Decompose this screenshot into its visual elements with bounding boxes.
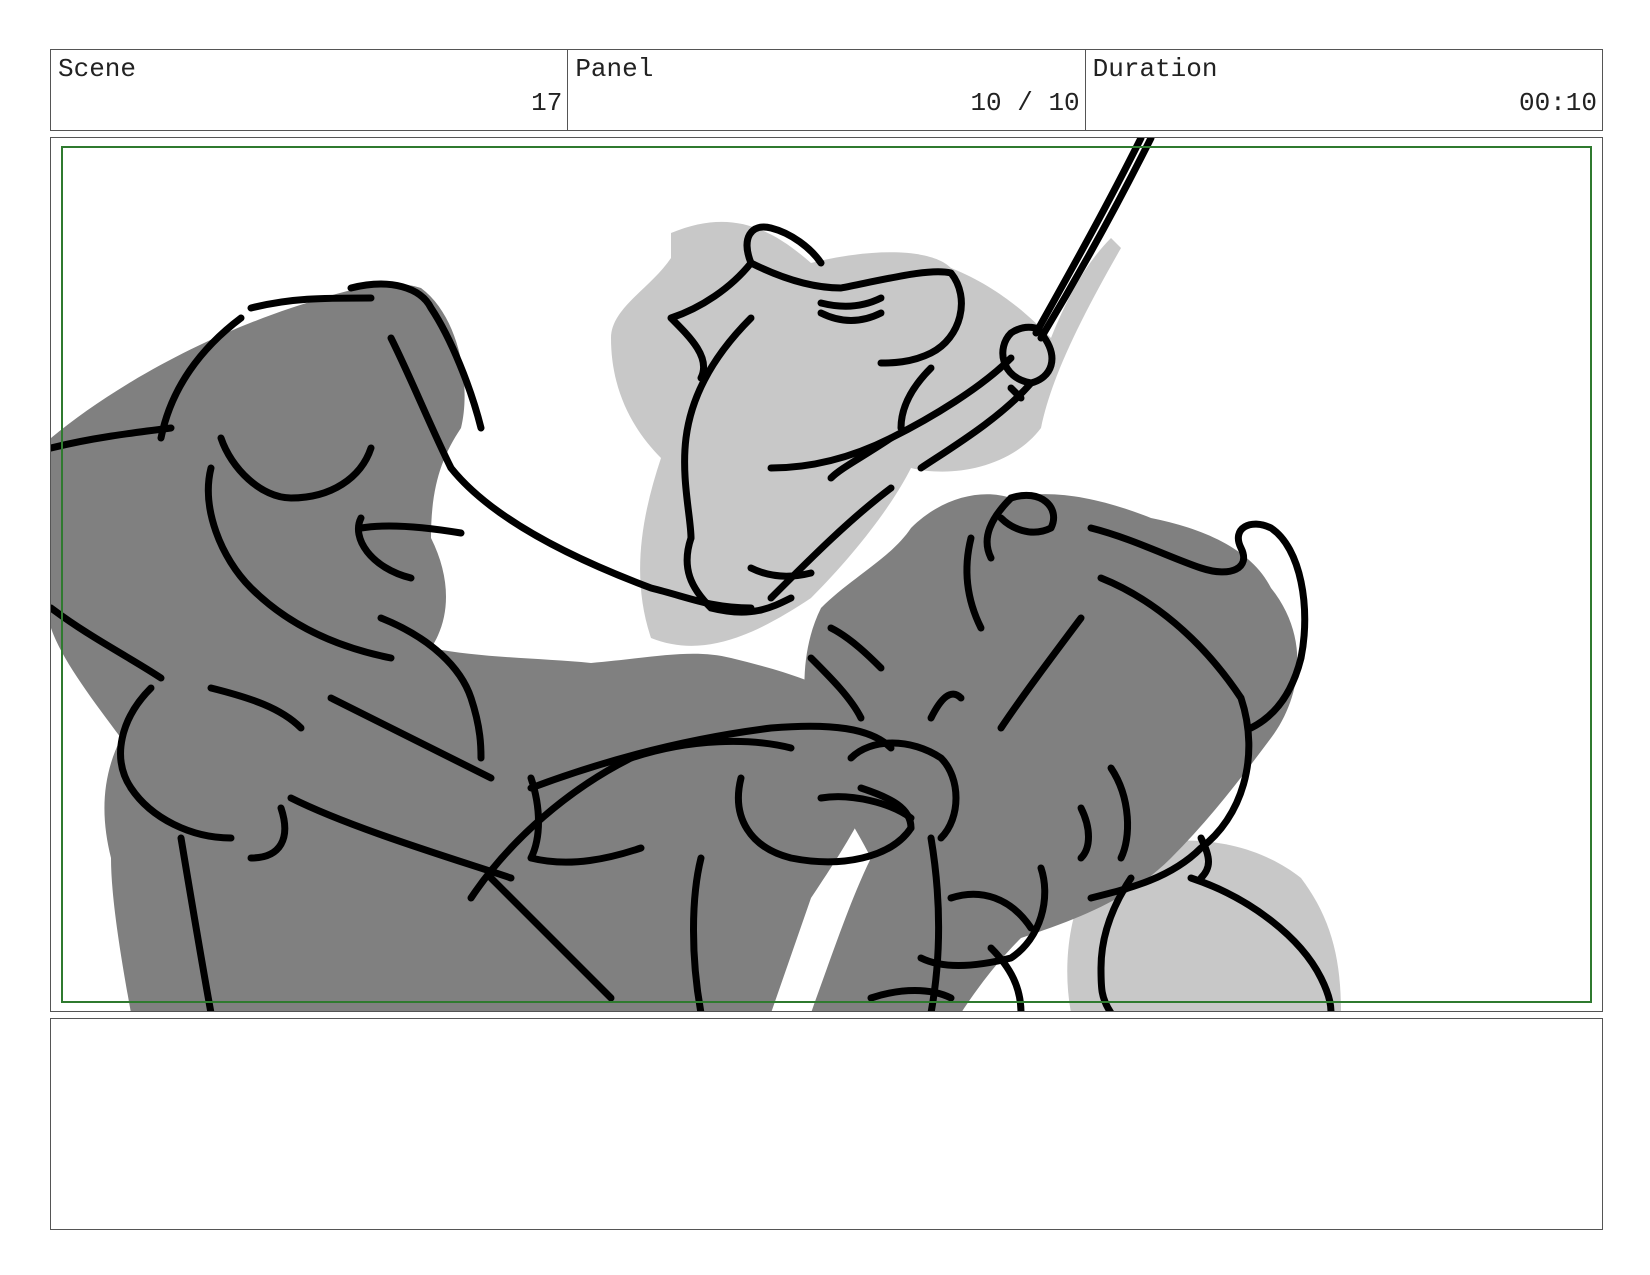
duration-cell: Duration 00:10: [1086, 50, 1602, 130]
scene-value: 17: [531, 88, 563, 118]
panel-cell: Panel 10 / 10: [568, 50, 1086, 130]
duration-label: Duration: [1092, 54, 1218, 84]
storyboard-sketch: [51, 138, 1341, 1011]
panel-header: Scene 17 Panel 10 / 10 Duration 00:10: [50, 49, 1603, 131]
scene-cell: Scene 17: [51, 50, 569, 130]
notes-box: [50, 1018, 1603, 1230]
scene-label: Scene: [58, 54, 137, 84]
panel-value: 10 / 10: [970, 88, 1080, 118]
duration-value: 00:10: [1518, 88, 1597, 118]
panel-label: Panel: [575, 54, 654, 84]
storyboard-frame: [50, 137, 1603, 1012]
